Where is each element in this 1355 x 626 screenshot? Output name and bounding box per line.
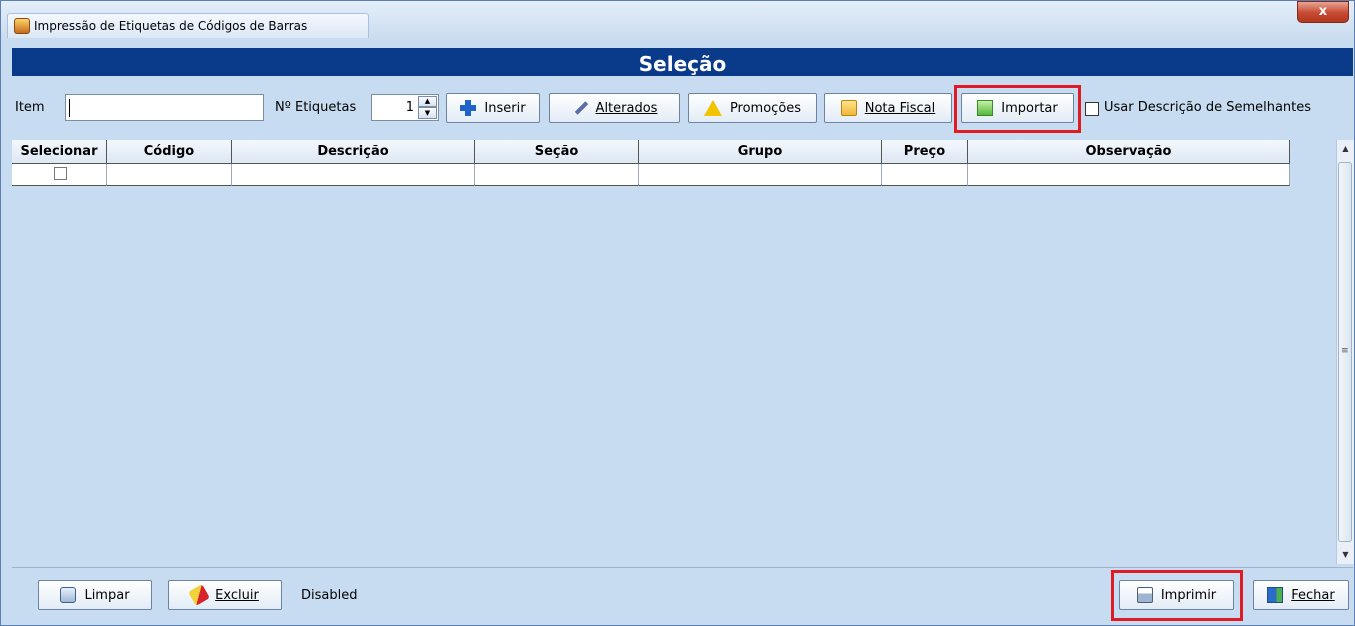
window-title-tab: Impressão de Etiquetas de Códigos de Bar… bbox=[7, 13, 369, 38]
stepper-down-icon[interactable]: ▼ bbox=[418, 107, 437, 119]
col-codigo[interactable]: Código bbox=[107, 140, 232, 164]
footer-bar: Limpar Excluir Disabled Imprimir Fechar bbox=[12, 567, 1353, 624]
imprimir-highlight bbox=[1111, 570, 1243, 621]
excluir-button[interactable]: Excluir bbox=[168, 580, 282, 610]
title-bar: Impressão de Etiquetas de Códigos de Bar… bbox=[1, 1, 1354, 41]
limpar-button[interactable]: Limpar bbox=[38, 580, 152, 610]
vertical-scrollbar[interactable]: ▲ ≡ ▼ bbox=[1336, 140, 1354, 564]
close-button[interactable]: x bbox=[1297, 1, 1349, 23]
cell-observacao[interactable] bbox=[968, 164, 1290, 186]
cell-preco[interactable] bbox=[882, 164, 968, 186]
fechar-label: Fechar bbox=[1291, 587, 1335, 603]
pencil-icon bbox=[572, 100, 588, 116]
col-secao[interactable]: Seção bbox=[475, 140, 639, 164]
status-text: Disabled bbox=[301, 588, 358, 603]
row-select-checkbox[interactable] bbox=[54, 167, 67, 180]
promocoes-button[interactable]: Promoções bbox=[688, 93, 817, 123]
excluir-label: Excluir bbox=[215, 587, 259, 603]
toolbar: Item Nº Etiquetas 1 ▲ ▼ Inserir Alterado… bbox=[12, 81, 1353, 139]
table-row[interactable] bbox=[12, 164, 1290, 186]
col-grupo[interactable]: Grupo bbox=[639, 140, 882, 164]
inserir-label: Inserir bbox=[484, 100, 526, 116]
cell-grupo[interactable] bbox=[639, 164, 882, 186]
plus-icon bbox=[460, 100, 477, 116]
section-header: Seleção bbox=[12, 48, 1353, 76]
promocoes-label: Promoções bbox=[729, 100, 802, 116]
table-header: Selecionar Código Descrição Seção Grupo … bbox=[12, 140, 1290, 164]
fechar-button[interactable]: Fechar bbox=[1253, 580, 1349, 610]
scroll-down-icon[interactable]: ▼ bbox=[1337, 546, 1354, 564]
usar-descricao-checkbox[interactable] bbox=[1085, 102, 1099, 116]
exit-door-icon bbox=[1267, 587, 1284, 603]
alterados-label: Alterados bbox=[595, 100, 658, 116]
cell-selecionar[interactable] bbox=[12, 164, 107, 186]
section-title: Seleção bbox=[638, 52, 727, 76]
etiquetas-value: 1 bbox=[405, 100, 414, 115]
cell-secao[interactable] bbox=[475, 164, 639, 186]
close-icon: x bbox=[1318, 4, 1328, 19]
item-label: Item bbox=[15, 100, 45, 115]
window-title: Impressão de Etiquetas de Códigos de Bar… bbox=[34, 19, 308, 33]
etiquetas-stepper[interactable]: 1 ▲ ▼ bbox=[371, 94, 439, 121]
nota-fiscal-label: Nota Fiscal bbox=[864, 100, 936, 116]
eraser-icon bbox=[188, 584, 211, 606]
scroll-up-icon[interactable]: ▲ bbox=[1337, 140, 1354, 158]
main-window: Impressão de Etiquetas de Códigos de Bar… bbox=[0, 0, 1355, 626]
cell-descricao[interactable] bbox=[232, 164, 475, 186]
etiquetas-label: Nº Etiquetas bbox=[275, 100, 357, 115]
folder-open-icon bbox=[840, 100, 857, 116]
items-table: Selecionar Código Descrição Seção Grupo … bbox=[12, 140, 1336, 564]
scroll-grip-icon: ≡ bbox=[1341, 346, 1349, 356]
warning-icon bbox=[703, 100, 722, 116]
nota-fiscal-button[interactable]: Nota Fiscal bbox=[824, 93, 952, 123]
usar-descricao-label: Usar Descrição de Semelhantes bbox=[1104, 100, 1312, 115]
inserir-button[interactable]: Inserir bbox=[446, 93, 540, 123]
col-selecionar[interactable]: Selecionar bbox=[12, 140, 107, 164]
text-caret bbox=[69, 99, 70, 117]
app-icon bbox=[14, 18, 30, 34]
stepper-up-icon[interactable]: ▲ bbox=[418, 96, 437, 107]
col-descricao[interactable]: Descrição bbox=[232, 140, 475, 164]
clear-icon bbox=[60, 587, 77, 603]
item-input[interactable] bbox=[65, 94, 264, 121]
importar-highlight bbox=[954, 85, 1081, 133]
col-preco[interactable]: Preço bbox=[882, 140, 968, 164]
limpar-label: Limpar bbox=[84, 587, 130, 603]
cell-codigo[interactable] bbox=[107, 164, 232, 186]
alterados-button[interactable]: Alterados bbox=[549, 93, 680, 123]
col-observacao[interactable]: Observação bbox=[968, 140, 1290, 164]
